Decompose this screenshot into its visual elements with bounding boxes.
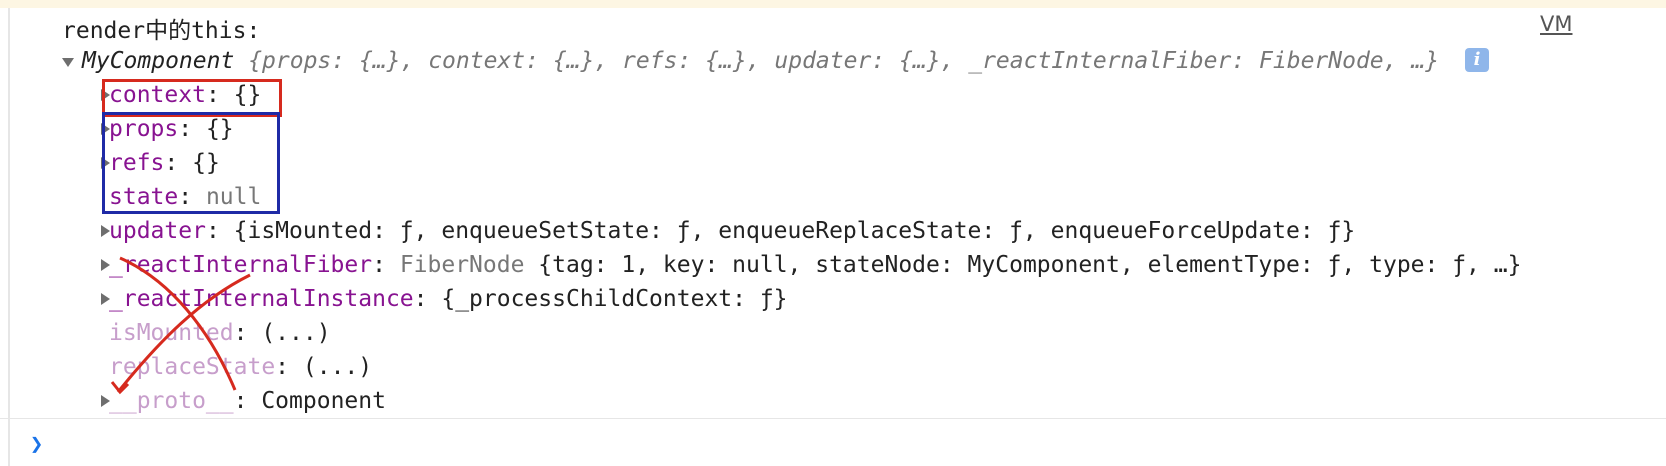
property-row-react-internal-instance[interactable]: _reactInternalInstance: {_processChildCo…	[109, 282, 788, 316]
property-row-replace-state[interactable]: replaceState: (...)	[109, 350, 372, 384]
property-key: _reactInternalInstance	[109, 286, 414, 312]
prompt-caret-icon[interactable]: ❯	[30, 432, 43, 457]
property-key: updater	[109, 218, 206, 244]
console-log-label: render中的this:	[62, 18, 261, 44]
blue-highlight-box	[102, 112, 280, 214]
property-row-is-mounted[interactable]: isMounted: (...)	[109, 316, 331, 350]
property-key: isMounted	[109, 320, 234, 346]
property-key: __proto__	[109, 388, 234, 414]
property-value: (...)	[261, 320, 331, 346]
console-top-strip	[0, 0, 1666, 8]
console-bottom-separator	[0, 418, 1666, 419]
property-row-proto[interactable]: __proto__: Component	[109, 384, 386, 418]
property-key: _reactInternalFiber	[109, 252, 373, 278]
object-preview: {props: {…}, context: {…}, refs: {…}, up…	[248, 48, 1440, 74]
property-value: {tag: 1, key: null, stateNode: MyCompone…	[538, 252, 1522, 278]
info-icon[interactable]: i	[1465, 48, 1489, 72]
source-link[interactable]: VM	[1540, 12, 1572, 36]
console-panel: render中的this: MyComponent {props: {…}, c…	[10, 8, 1666, 458]
property-value-type: FiberNode	[399, 252, 525, 278]
object-class-name: MyComponent	[82, 48, 235, 74]
property-value: (...)	[302, 354, 373, 380]
property-value: {isMounted: ƒ, enqueueSetState: ƒ, enque…	[233, 218, 1356, 244]
collapse-triangle-icon[interactable]	[62, 44, 80, 78]
property-value: {_processChildContext: ƒ}	[441, 286, 788, 312]
property-value: Component	[261, 388, 386, 414]
property-row-react-internal-fiber[interactable]: _reactInternalFiber: FiberNode {tag: 1, …	[109, 248, 1521, 282]
object-summary[interactable]: MyComponent {props: {…}, context: {…}, r…	[82, 44, 1439, 78]
property-row-updater[interactable]: updater: {isMounted: ƒ, enqueueSetState:…	[109, 214, 1355, 248]
property-key: replaceState	[109, 354, 276, 380]
